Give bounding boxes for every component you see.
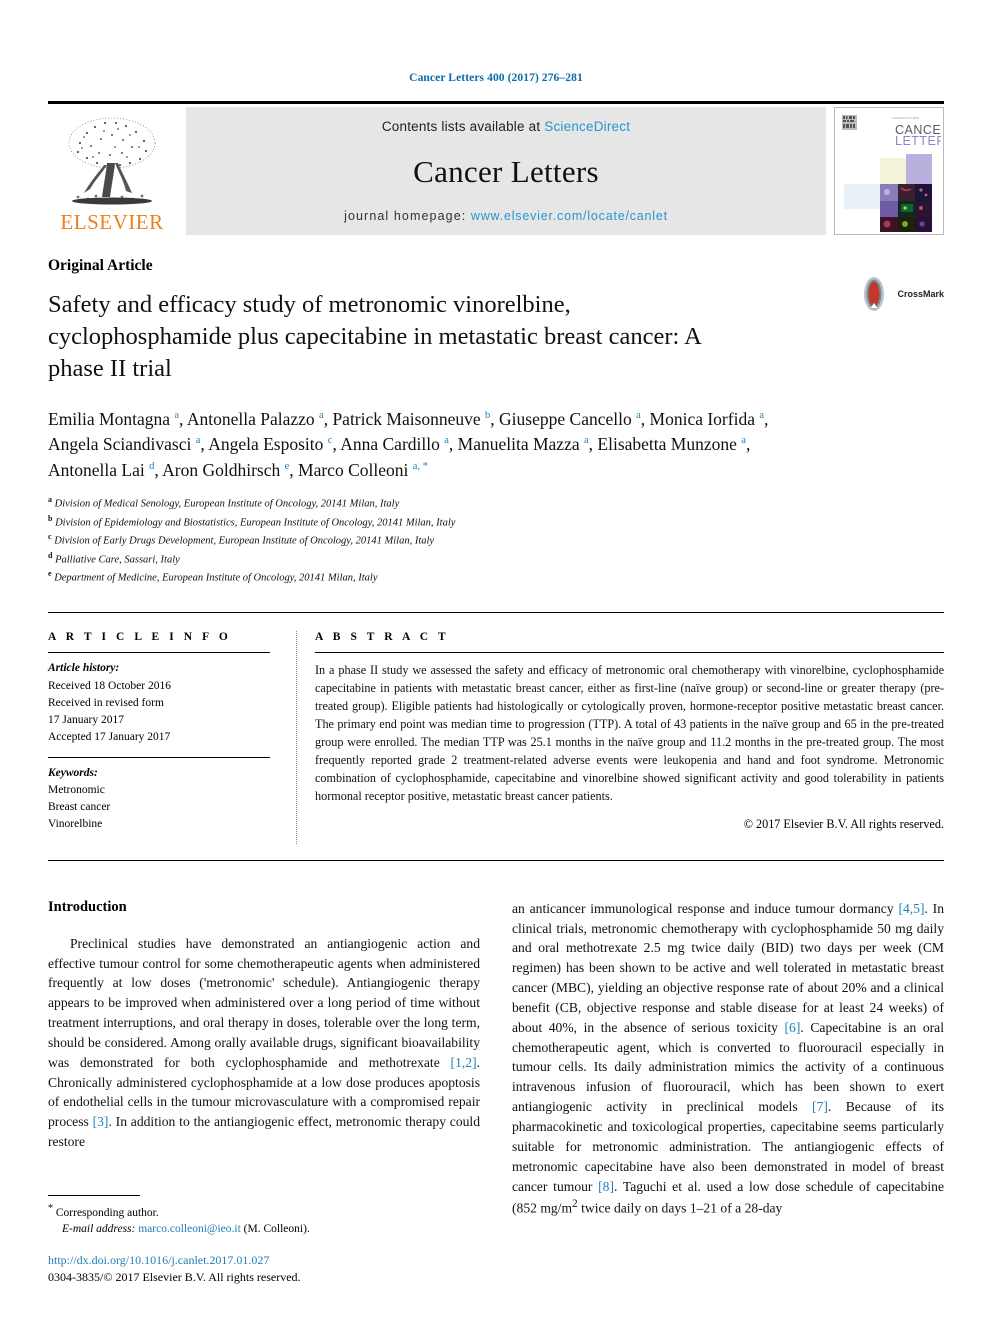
keyword-item: Metronomic [48, 783, 105, 796]
email-link[interactable]: marco.colleoni@ieo.it [138, 1223, 241, 1235]
email-line: E-mail address: marco.colleoni@ieo.it (M… [48, 1221, 476, 1237]
svg-text:LETTERS: LETTERS [895, 134, 941, 148]
article-info-heading: A R T I C L E I N F O [48, 631, 232, 644]
author-list: Emilia Montagna a, Antonella Palazzo a, … [48, 408, 769, 481]
running-head: Cancer Letters 400 (2017) 276–281 [409, 72, 583, 84]
affiliation-marker: c [48, 532, 52, 542]
affiliation-item: c Division of Early Drugs Development, E… [48, 532, 435, 547]
journal-homepage-link[interactable]: www.elsevier.com/locate/canlet [471, 209, 668, 223]
history-line: Received 18 October 2016 [48, 679, 171, 692]
footnote-block: * Corresponding author. E-mail address: … [48, 1194, 476, 1285]
abstract-copyright: © 2017 Elsevier B.V. All rights reserved… [743, 816, 944, 831]
elsevier-tree-icon [68, 117, 156, 205]
journal-homepage-line: journal homepage: www.elsevier.com/locat… [344, 209, 668, 223]
crossmark-icon [864, 277, 885, 311]
info-abstract-panel: A R T I C L E I N F O Article history: R… [48, 613, 944, 844]
sciencedirect-link[interactable]: ScienceDirect [544, 119, 630, 134]
history-line: 17 January 2017 [48, 714, 125, 727]
affiliation-item: e Department of Medicine, European Insti… [48, 569, 378, 584]
cover-artwork: CANCER LETTERS CANCER LETTERS [835, 108, 943, 234]
svg-text:CANCER LETTERS: CANCER LETTERS [892, 116, 919, 120]
doi-block: http://dx.doi.org/10.1016/j.canlet.2017.… [48, 1253, 476, 1285]
abstract-heading: A B S T R A C T [315, 631, 450, 644]
affiliation-marker: d [48, 550, 53, 560]
contents-prefix: Contents lists available at [381, 119, 545, 134]
masthead-top-rule [48, 101, 944, 104]
keyword-item: Breast cancer [48, 801, 111, 814]
cover-barcode-icon [842, 115, 857, 130]
elsevier-wordmark: ELSEVIER [60, 210, 164, 234]
abstract-text: In a phase II study we assessed the safe… [315, 663, 944, 804]
elsevier-logo: ELSEVIER [48, 107, 176, 235]
homepage-prefix: journal homepage: [344, 209, 471, 223]
article-page: Cancer Letters 400 (2017) 276–281 ELSEVI… [0, 0, 992, 1323]
journal-cover-thumbnail: CANCER LETTERS CANCER LETTERS [834, 107, 944, 235]
keyword-item: Vinorelbine [48, 818, 103, 831]
doi-link[interactable]: http://dx.doi.org/10.1016/j.canlet.2017.… [48, 1253, 476, 1268]
panel-bottom-rule [48, 859, 944, 861]
affiliation-marker: b [48, 513, 53, 523]
corresponding-author-line: * Corresponding author. [48, 1202, 476, 1221]
email-label: E-mail address: [62, 1222, 136, 1235]
affiliation-item: d Palliative Care, Sassari, Italy [48, 550, 180, 566]
introduction-paragraph-right: an anticancer immunological response and… [512, 900, 945, 1216]
issn-copyright-line: 0304-3835/© 2017 Elsevier B.V. All right… [48, 1270, 301, 1284]
masthead-center: Contents lists available at ScienceDirec… [186, 107, 826, 235]
abstract-column: A B S T R A C T In a phase II study we a… [296, 631, 944, 844]
body-column-right: an anticancer immunological response and… [512, 899, 944, 1219]
keywords-label: Keywords: [48, 766, 98, 779]
article-info-column: A R T I C L E I N F O Article history: R… [48, 631, 296, 843]
article-history-label: Article history: [48, 662, 120, 675]
affiliation-item: b Division of Epidemiology and Biostatis… [48, 513, 456, 529]
journal-masthead: ELSEVIER Contents lists available at Sci… [48, 107, 944, 235]
page-title: Safety and efficacy study of metronomic … [48, 291, 701, 382]
crossmark-badge[interactable]: CrossMark [855, 275, 944, 313]
keywords-group: Keywords: Metronomic Breast cancer Vinor… [48, 758, 270, 844]
title-block: Original Article Safety and efficacy stu… [48, 235, 944, 586]
contents-available-line: Contents lists available at ScienceDirec… [382, 119, 630, 134]
affiliation-marker: a [48, 495, 52, 505]
article-type-label: Original Article [48, 257, 153, 274]
corresponding-author-text: Corresponding author. [55, 1206, 159, 1219]
crossmark-label: CrossMark [897, 289, 944, 299]
body-column-left: Introduction Preclinical studies have de… [48, 899, 480, 1219]
introduction-heading: Introduction [48, 898, 127, 915]
introduction-paragraph-left: Preclinical studies have demonstrated an… [48, 935, 481, 1150]
history-line: Accepted 17 January 2017 [48, 731, 171, 744]
history-line: Received in revised form [48, 696, 164, 709]
footnote-rule [48, 1194, 140, 1196]
affiliation-list: a Division of Medical Senology, European… [48, 494, 944, 586]
journal-title: Cancer Letters [413, 153, 599, 189]
corresponding-author-marker: * [48, 1202, 53, 1214]
body-columns: Introduction Preclinical studies have de… [48, 899, 944, 1219]
affiliation-marker: e [48, 569, 52, 579]
email-suffix: (M. Colleoni). [243, 1222, 310, 1235]
affiliation-item: a Division of Medical Senology, European… [48, 495, 400, 510]
article-history-group: Article history: Received 18 October 201… [48, 653, 270, 756]
